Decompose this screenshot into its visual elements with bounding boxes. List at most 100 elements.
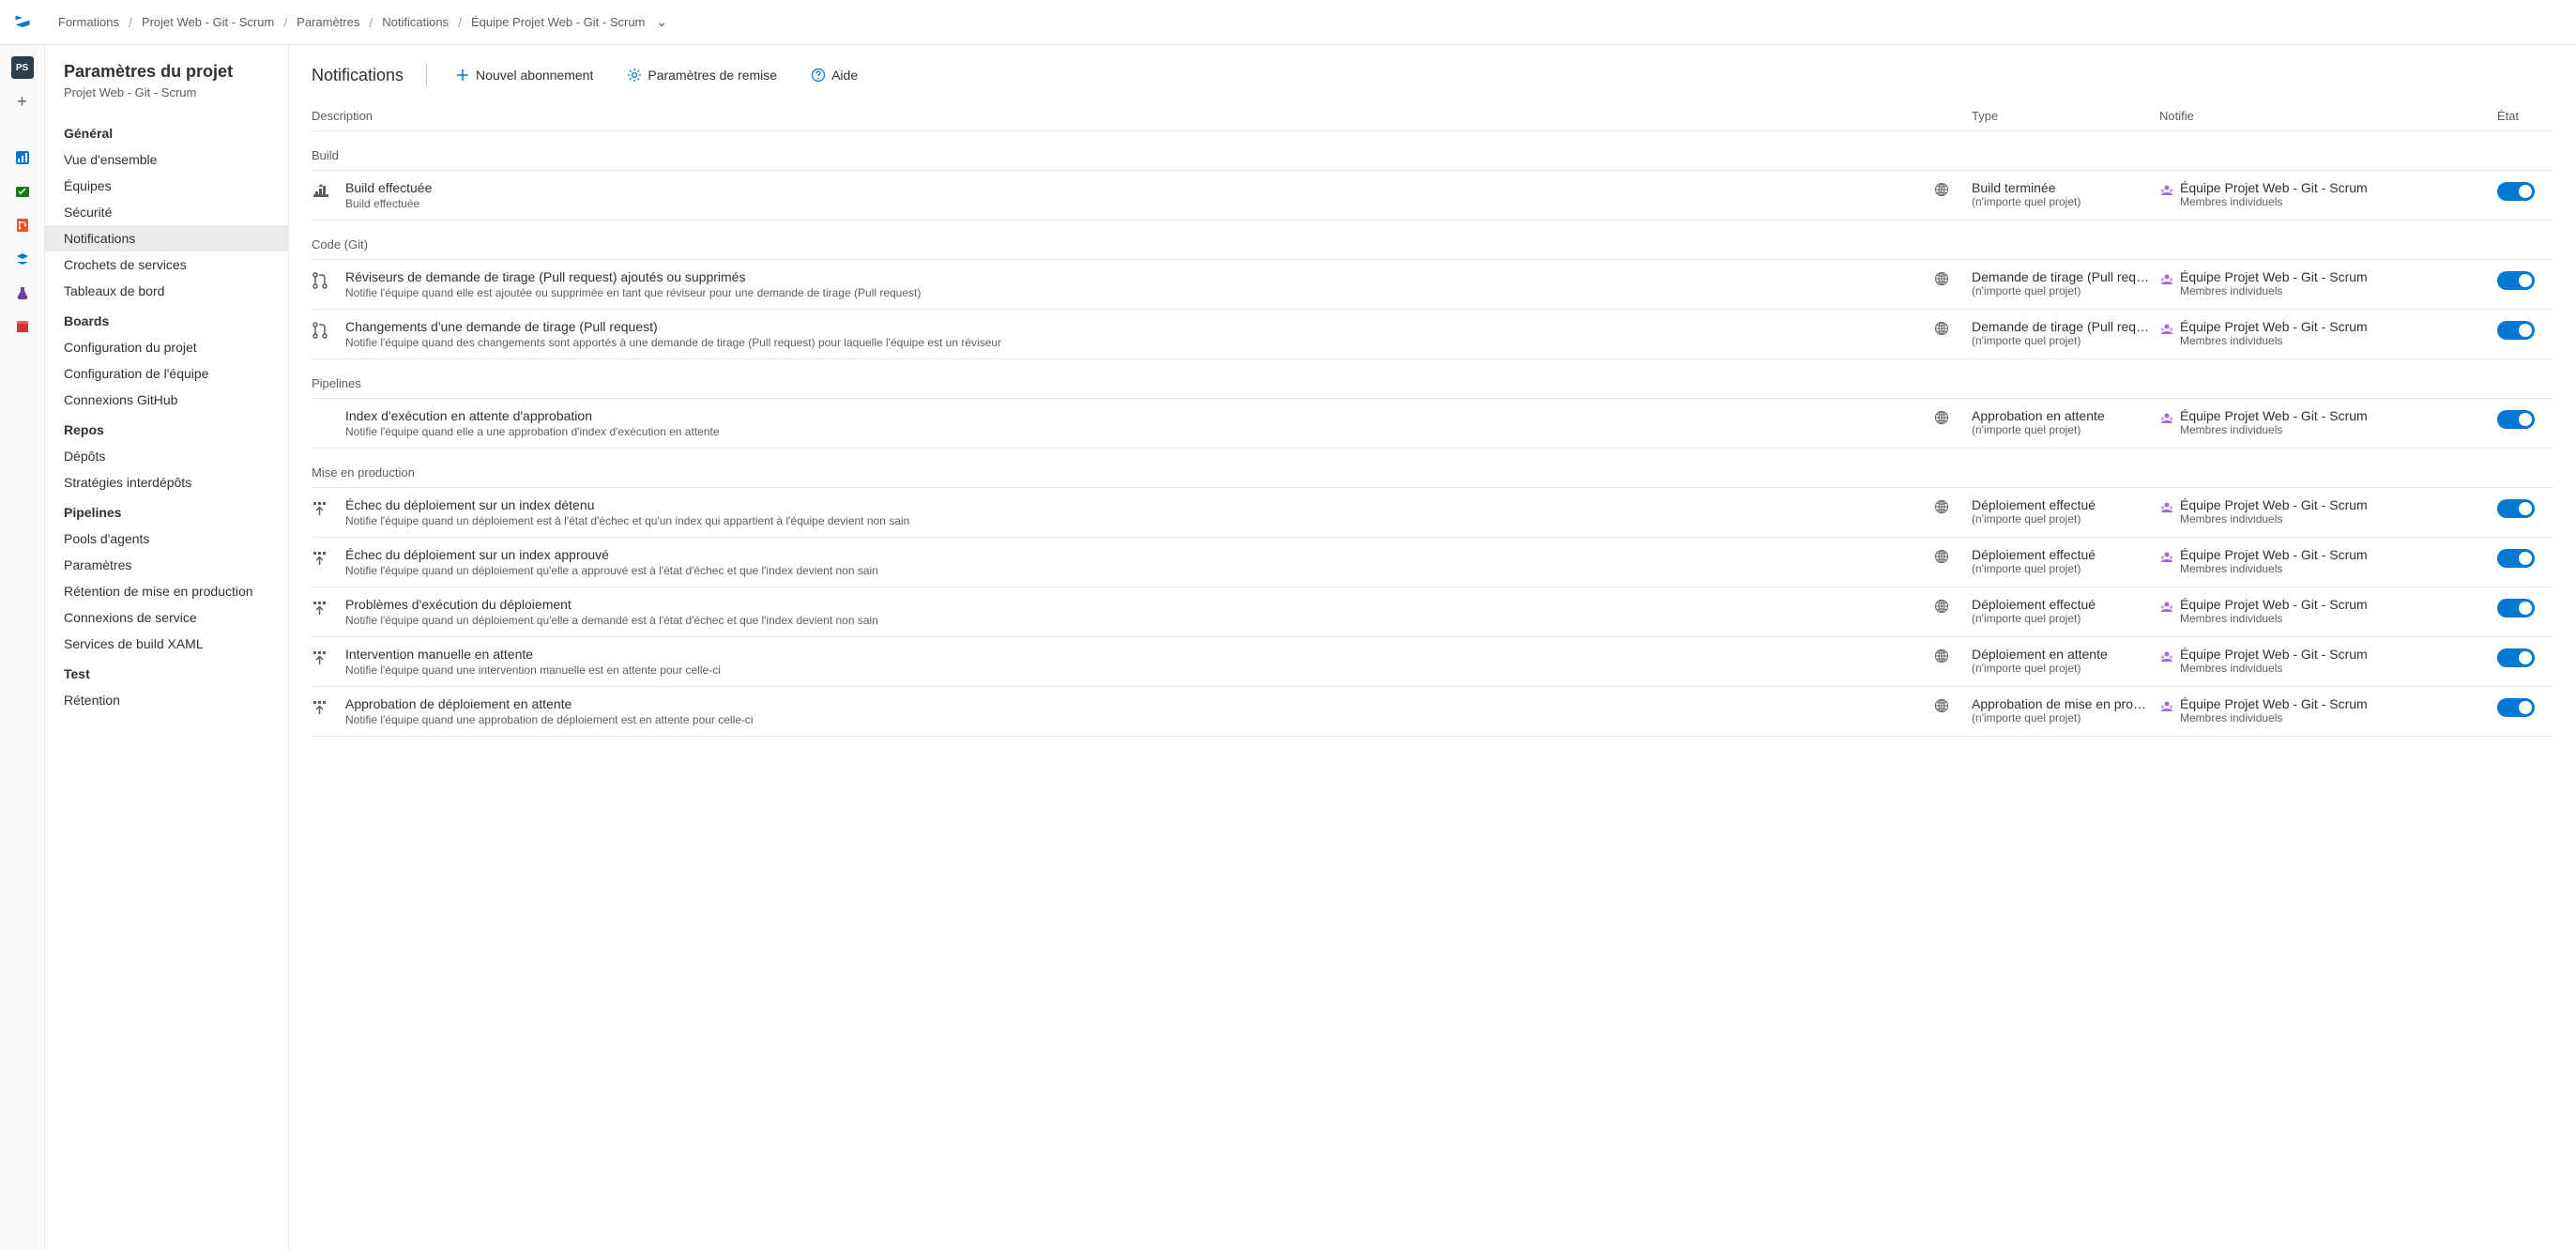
delivery-settings-button[interactable]: Paramètres de remise <box>621 64 783 86</box>
chevron-down-icon[interactable]: ⌄ <box>656 14 667 30</box>
rail-artifacts-icon[interactable] <box>8 312 38 342</box>
row-type: Déploiement effectué(n'importe quel proj… <box>1972 547 2159 575</box>
enable-toggle[interactable] <box>2497 321 2535 340</box>
breadcrumb-item[interactable]: Notifications <box>382 15 449 29</box>
row-type: Approbation de mise en pro…(n'importe qu… <box>1972 696 2159 724</box>
rail-pipelines-icon[interactable] <box>8 244 38 274</box>
sidebar-group-label: Pipelines <box>45 495 288 526</box>
help-button[interactable]: Aide <box>805 64 863 86</box>
row-notify: Équipe Projet Web - Git - ScrumMembres i… <box>2159 547 2497 575</box>
help-icon <box>811 68 826 83</box>
project-initials: PS <box>11 56 34 79</box>
row-state <box>2497 408 2553 429</box>
left-rail: PS + <box>0 45 45 1250</box>
row-title: Échec du déploiement sur un index approu… <box>345 547 1923 562</box>
row-subtitle: Notifie l'équipe quand un déploiement qu… <box>345 564 1923 577</box>
row-notify: Équipe Projet Web - Git - ScrumMembres i… <box>2159 319 2497 347</box>
breadcrumb-item[interactable]: Équipe Projet Web - Git - Scrum <box>471 15 645 29</box>
rail-boards-icon[interactable] <box>8 176 38 206</box>
page-title: Notifications <box>312 66 404 85</box>
breadcrumb-item[interactable]: Paramètres <box>297 15 359 29</box>
rail-project-tile[interactable]: PS <box>8 53 38 83</box>
gear-icon <box>627 68 642 83</box>
row-subtitle: Notifie l'équipe quand une approbation d… <box>345 713 1923 726</box>
notification-row[interactable]: Échec du déploiement sur un index détenu… <box>312 488 2553 538</box>
rail-overview-icon[interactable] <box>8 143 38 173</box>
row-description: Approbation de déploiement en attente Not… <box>345 696 1934 726</box>
sidebar-nav-item[interactable]: Connexions GitHub <box>45 387 288 413</box>
team-icon <box>2159 648 2174 663</box>
enable-toggle[interactable] <box>2497 599 2535 617</box>
globe-icon <box>1934 180 1972 197</box>
row-type: Build terminée(n'importe quel projet) <box>1972 180 2159 208</box>
cmd-label: Aide <box>831 68 858 83</box>
row-title: Approbation de déploiement en attente <box>345 696 1923 711</box>
enable-toggle[interactable] <box>2497 271 2535 290</box>
enable-toggle[interactable] <box>2497 182 2535 201</box>
notification-row[interactable]: Réviseurs de demande de tirage (Pull req… <box>312 260 2553 310</box>
notification-row[interactable]: Intervention manuelle en attenteNotifie … <box>312 637 2553 687</box>
sidebar-nav-item[interactable]: Rétention de mise en production <box>45 578 288 604</box>
globe-icon <box>1934 696 1972 713</box>
row-subtitle: Build effectuée <box>345 197 1923 210</box>
enable-toggle[interactable] <box>2497 410 2535 429</box>
row-title: Intervention manuelle en attente <box>345 647 1923 662</box>
new-subscription-button[interactable]: Nouvel abonnement <box>450 64 599 86</box>
notification-row[interactable]: Changements d'une demande de tirage (Pul… <box>312 310 2553 359</box>
sidebar-nav-item[interactable]: Stratégies interdépôts <box>45 469 288 495</box>
sidebar-nav-item[interactable]: Tableaux de bord <box>45 278 288 304</box>
row-subtitle: Notifie l'équipe quand un déploiement qu… <box>345 614 1923 627</box>
row-description: Index d'exécution en attente d'approbati… <box>345 408 1934 438</box>
deploy-icon <box>312 647 345 667</box>
sidebar-group-label: Test <box>45 657 288 687</box>
enable-toggle[interactable] <box>2497 648 2535 667</box>
row-state <box>2497 647 2553 667</box>
row-state <box>2497 269 2553 290</box>
breadcrumb-item[interactable]: Projet Web - Git - Scrum <box>142 15 274 29</box>
team-icon <box>2159 321 2174 336</box>
sidebar-nav-item[interactable]: Vue d'ensemble <box>45 146 288 173</box>
sidebar-nav-item[interactable]: Rétention <box>45 687 288 713</box>
notification-row[interactable]: Index d'exécution en attente d'approbati… <box>312 399 2553 449</box>
enable-toggle[interactable] <box>2497 698 2535 717</box>
settings-sidebar: Paramètres du projet Projet Web - Git - … <box>45 45 289 1250</box>
col-state: État <box>2497 109 2553 123</box>
sidebar-nav-item[interactable]: Pools d'agents <box>45 526 288 552</box>
enable-toggle[interactable] <box>2497 499 2535 518</box>
sidebar-nav-item[interactable]: Crochets de services <box>45 252 288 278</box>
row-subtitle: Notifie l'équipe quand elle est ajoutée … <box>345 286 1923 299</box>
build-icon <box>312 180 345 201</box>
sidebar-nav-item[interactable]: Dépôts <box>45 443 288 469</box>
page-header: Notifications Nouvel abonnement Paramètr… <box>312 45 2553 101</box>
main-content: Notifications Nouvel abonnement Paramètr… <box>289 45 2576 1250</box>
sidebar-nav-item[interactable]: Équipes <box>45 173 288 199</box>
sidebar-nav-item[interactable]: Notifications <box>45 225 288 252</box>
category-header: Mise en production <box>312 449 2553 488</box>
globe-icon <box>1934 408 1972 425</box>
rail-repos-icon[interactable] <box>8 210 38 240</box>
row-notify: Équipe Projet Web - Git - ScrumMembres i… <box>2159 269 2497 297</box>
sidebar-nav-item[interactable]: Services de build XAML <box>45 631 288 657</box>
sidebar-nav-item[interactable]: Sécurité <box>45 199 288 225</box>
team-icon <box>2159 271 2174 286</box>
notification-row[interactable]: Échec du déploiement sur un index approu… <box>312 538 2553 587</box>
notification-row[interactable]: Build effectuée Build effectuée Build term… <box>312 171 2553 221</box>
row-notify: Équipe Projet Web - Git - ScrumMembres i… <box>2159 647 2497 675</box>
deploy-icon <box>312 696 345 717</box>
enable-toggle[interactable] <box>2497 549 2535 568</box>
azure-devops-logo-icon[interactable] <box>11 11 34 34</box>
breadcrumb-separator: / <box>369 15 373 30</box>
notification-row[interactable]: Problèmes d'exécution du déploiementNoti… <box>312 587 2553 637</box>
rail-add-button[interactable]: + <box>8 86 38 116</box>
sidebar-nav-item[interactable]: Connexions de service <box>45 604 288 631</box>
notification-row[interactable]: Approbation de déploiement en attente Not… <box>312 687 2553 737</box>
sidebar-nav-item[interactable]: Configuration du projet <box>45 334 288 360</box>
col-notify: Notifie <box>2159 109 2497 123</box>
row-subtitle: Notifie l'équipe quand elle a une approb… <box>345 425 1923 438</box>
row-title: Build effectuée <box>345 180 1923 195</box>
sidebar-nav-item[interactable]: Configuration de l'équipe <box>45 360 288 387</box>
breadcrumb: Formations / Projet Web - Git - Scrum / … <box>58 14 667 30</box>
breadcrumb-item[interactable]: Formations <box>58 15 119 29</box>
sidebar-nav-item[interactable]: Paramètres <box>45 552 288 578</box>
rail-testplans-icon[interactable] <box>8 278 38 308</box>
